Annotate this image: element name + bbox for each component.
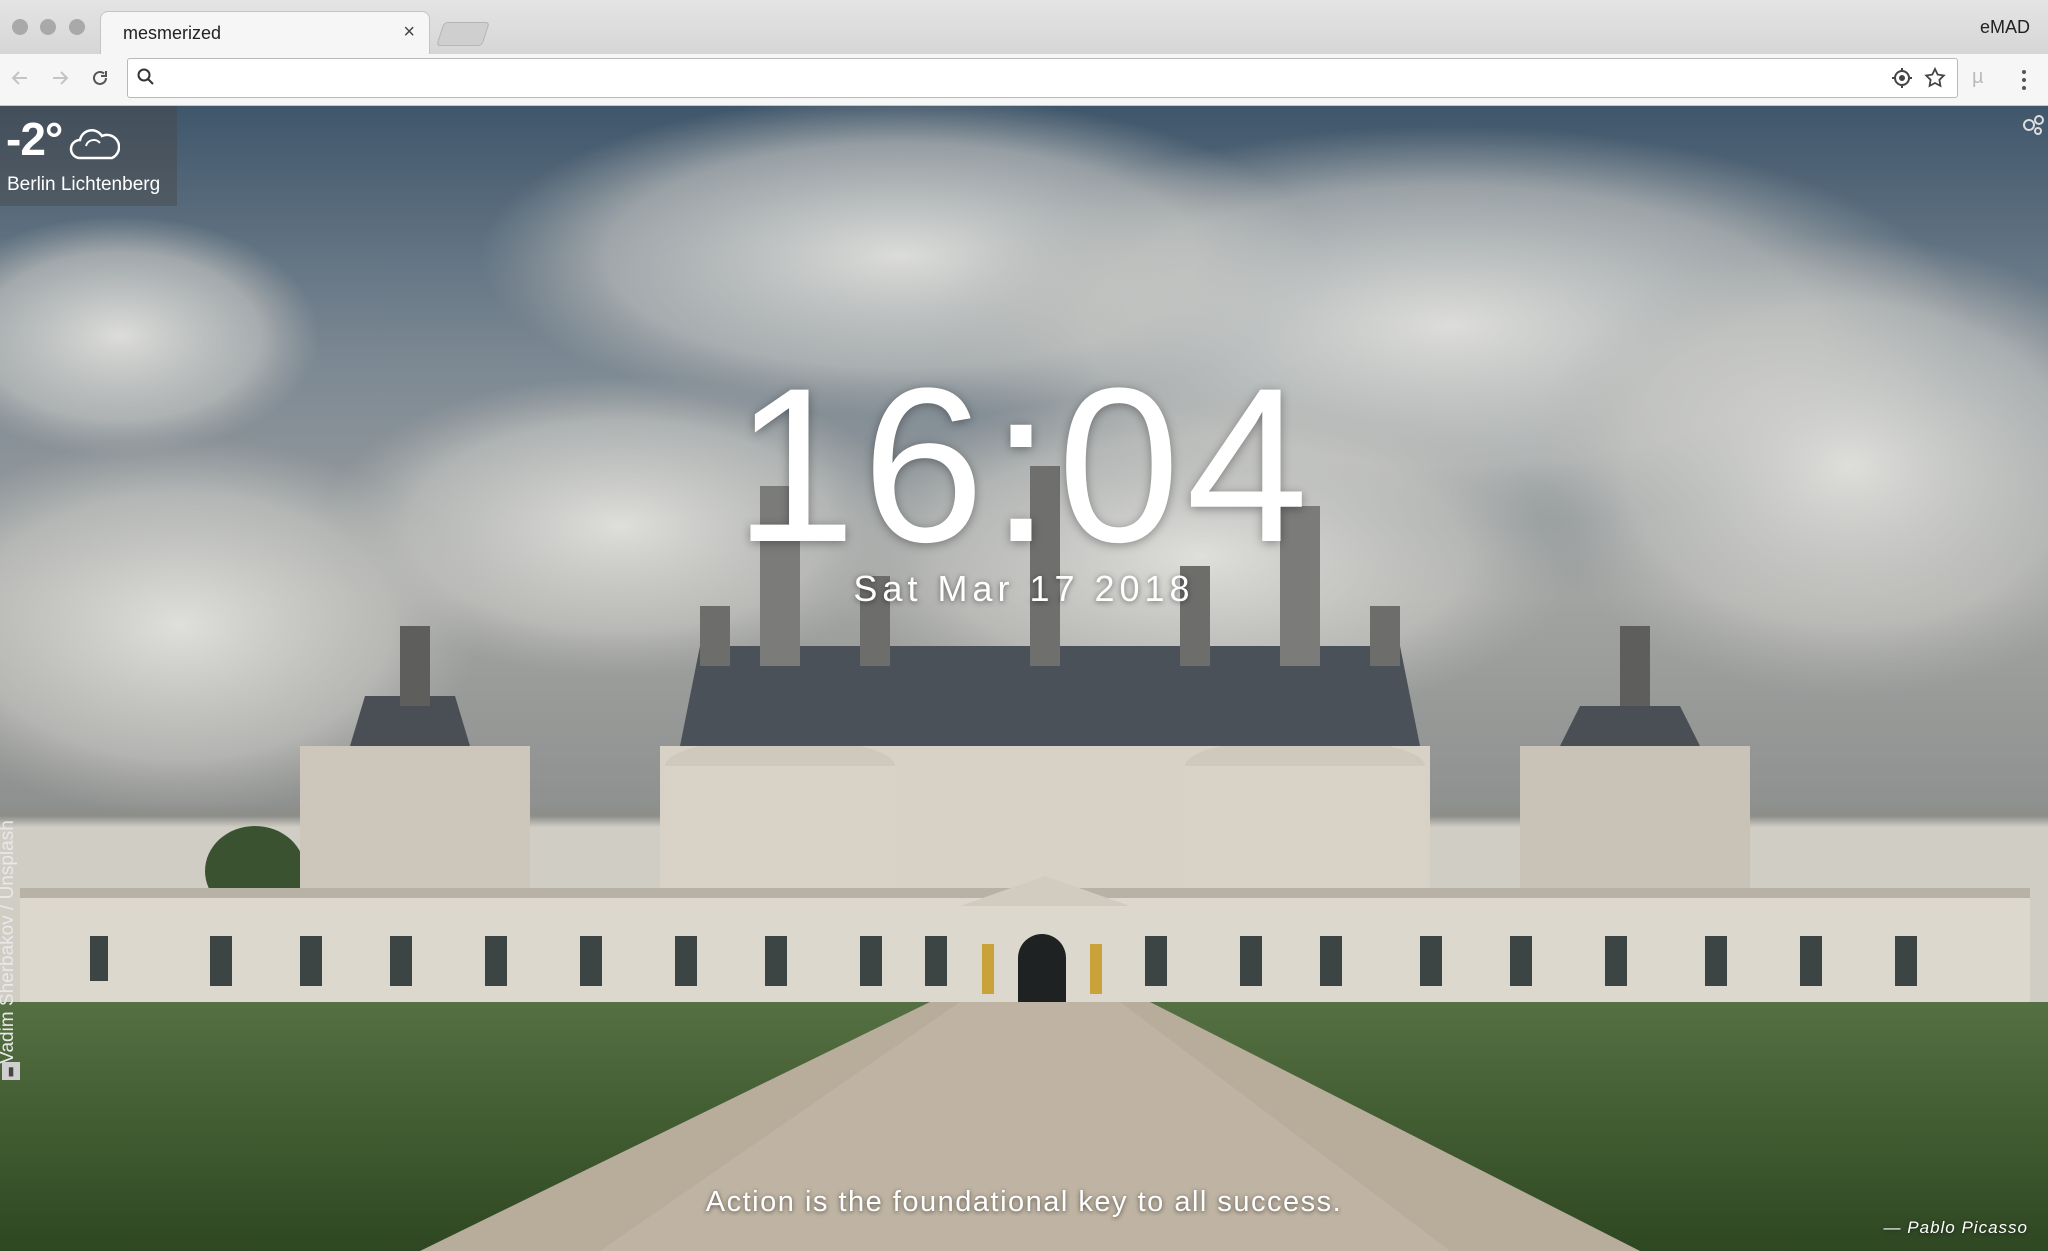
profile-name[interactable]: eMAD [1980, 17, 2030, 38]
background-photo [0, 106, 2048, 1251]
chateau-landscape-image [0, 106, 2048, 1251]
clock-time: 16:04 [733, 342, 1315, 588]
tab-close-icon[interactable]: × [403, 21, 415, 44]
arrow-left-icon [11, 71, 27, 85]
reload-icon [93, 70, 107, 85]
weather-widget[interactable]: -2° Berlin Lichtenberg [0, 106, 177, 206]
arrow-right-icon [53, 71, 69, 85]
weather-location: Berlin Lichtenberg [7, 174, 161, 195]
back-button[interactable] [6, 64, 34, 92]
unsplash-icon[interactable]: ▮ [2, 1062, 20, 1080]
browser-tab[interactable]: mesmerized × [100, 11, 430, 54]
tab-title: mesmerized [123, 23, 222, 43]
browser-menu-button[interactable] [2014, 66, 2034, 94]
photo-credit[interactable]: Vadim Sherbakov / Unsplash [0, 792, 23, 1092]
menu-dot [2022, 78, 2026, 82]
search-icon [137, 68, 154, 85]
settings-gear-icon[interactable] [2020, 112, 2046, 138]
new-tab-button[interactable] [436, 22, 490, 46]
window-minimize-button[interactable] [40, 19, 56, 35]
forward-button[interactable] [46, 64, 74, 92]
clock-date: Sat Mar 17 2018 [853, 568, 1195, 609]
extension-icon[interactable]: µ [1972, 66, 1984, 89]
window-close-button[interactable] [12, 19, 28, 35]
title-bar: mesmerized × eMAD [0, 0, 2048, 54]
menu-dot [2022, 86, 2026, 90]
weather-temperature: -2° [6, 113, 63, 165]
browser-toolbar: µ [0, 54, 2048, 106]
cloud-icon [69, 129, 120, 160]
window-maximize-button[interactable] [69, 19, 85, 35]
address-bar[interactable] [127, 58, 1958, 98]
address-input[interactable] [168, 65, 1872, 93]
location-target-icon[interactable] [1891, 67, 1913, 89]
bookmark-star-icon[interactable] [1923, 66, 1947, 90]
menu-dot [2022, 70, 2026, 74]
reload-button[interactable] [86, 64, 114, 92]
quote-text: Action is the foundational key to all su… [705, 1186, 1343, 1218]
quote-author: — Pablo Picasso [1883, 1218, 2028, 1237]
